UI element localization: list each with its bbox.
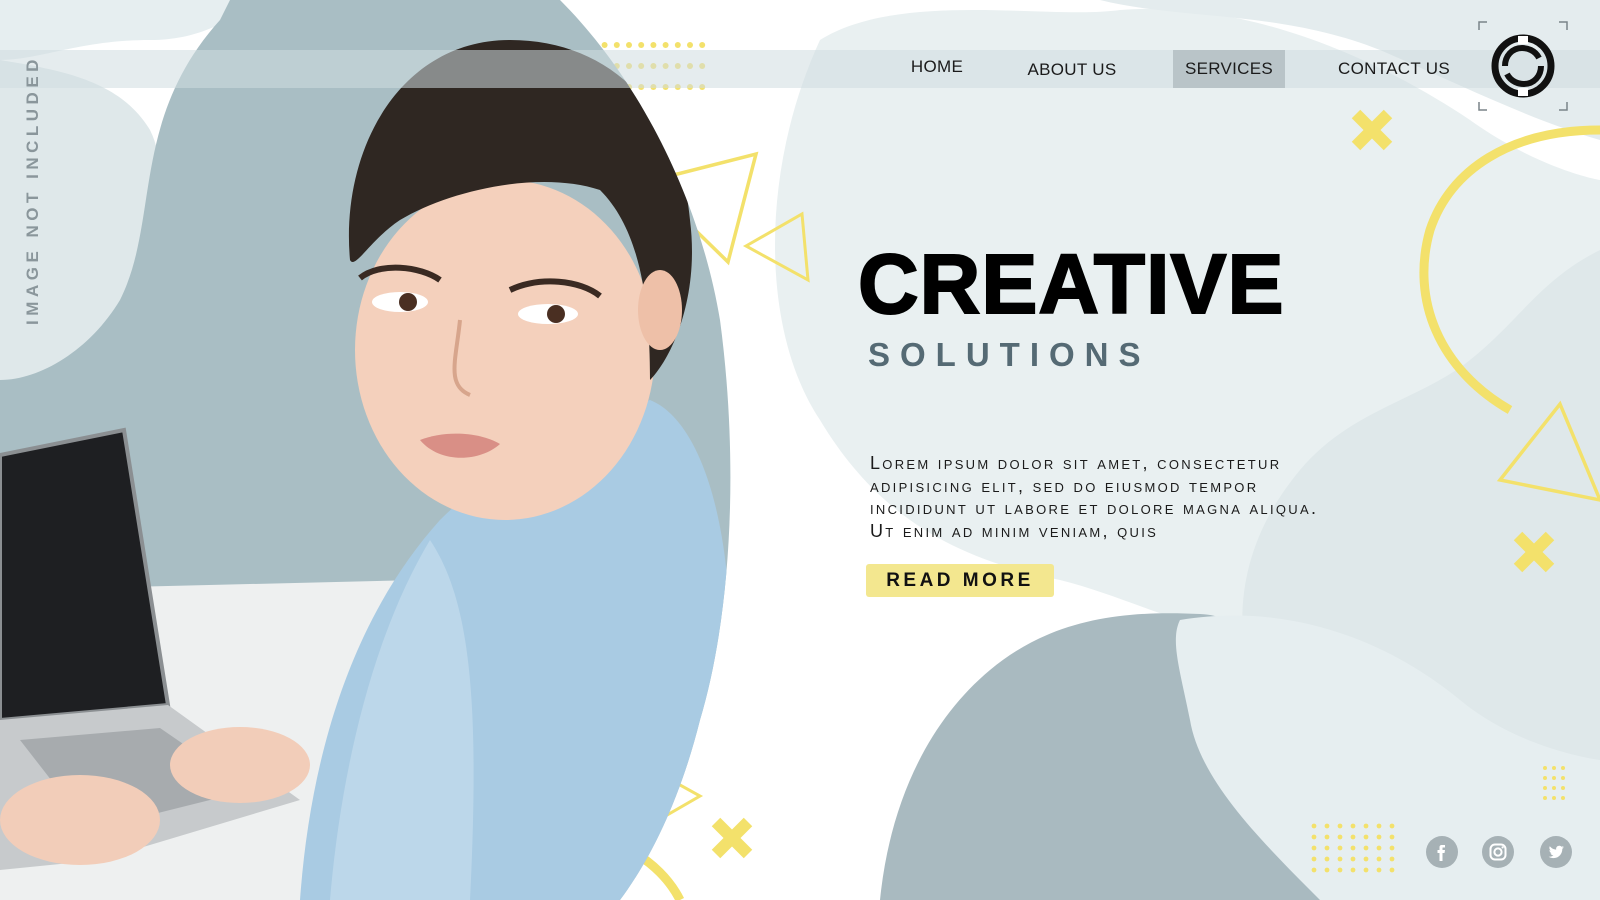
twitter-icon[interactable]: [1540, 836, 1572, 868]
decor-dot: [1350, 834, 1356, 840]
decor-dot: [1543, 796, 1547, 800]
hero-body-text: Lorem ipsum dolor sit amet, consectetur …: [870, 453, 1319, 541]
decor-dot: [1311, 845, 1317, 851]
decor-dot: [1363, 867, 1369, 873]
decor-dot: [1389, 823, 1395, 829]
decor-dot: [1376, 823, 1382, 829]
decor-dot: [1543, 776, 1547, 780]
nav-contact-us[interactable]: CONTACT US: [1332, 50, 1456, 88]
decor-dot: [1311, 834, 1317, 840]
decor-dot: [1337, 845, 1343, 851]
decor-dot: [1324, 845, 1330, 851]
decor-dot: [1363, 856, 1369, 862]
decor-dot: [1324, 867, 1330, 873]
decor-dot: [1350, 856, 1356, 862]
decor-dot: [1389, 845, 1395, 851]
image-not-included-label: IMAGE NOT INCLUDED: [23, 55, 42, 325]
decor-dot: [1311, 867, 1317, 873]
decor-dot: [1543, 786, 1547, 790]
decor-dot: [1552, 786, 1556, 790]
hero-subtitle: SOLUTIONS: [868, 336, 1151, 373]
nav-about-us[interactable]: ABOUT US: [1022, 51, 1122, 89]
nav-home[interactable]: HOME: [895, 48, 979, 86]
decor-dot: [1376, 845, 1382, 851]
instagram-icon[interactable]: [1482, 836, 1514, 868]
decor-dot: [1561, 776, 1565, 780]
decor-dot: [1389, 856, 1395, 862]
decor-dot: [1561, 766, 1565, 770]
decor-dot: [1324, 856, 1330, 862]
read-more-button[interactable]: READ MORE: [866, 564, 1054, 597]
decor-dot: [1561, 796, 1565, 800]
decor-dot: [1350, 867, 1356, 873]
decor-dot: [1389, 867, 1395, 873]
decor-dot: [1363, 845, 1369, 851]
decor-dot: [1324, 823, 1330, 829]
decor-dot: [1350, 823, 1356, 829]
decor-dot: [1376, 867, 1382, 873]
woman-photo: [0, 0, 731, 900]
decor-dot: [1376, 856, 1382, 862]
decor-dot: [1311, 856, 1317, 862]
circle-c-logo-icon[interactable]: [1477, 20, 1569, 112]
decor-dot: [1561, 786, 1565, 790]
decor-dot: [1311, 823, 1317, 829]
decor-dot: [1363, 834, 1369, 840]
decor-dot: [1376, 834, 1382, 840]
decor-dot: [1324, 834, 1330, 840]
nav-services[interactable]: SERVICES: [1173, 50, 1285, 88]
facebook-icon[interactable]: [1426, 836, 1458, 868]
decor-dot: [1337, 856, 1343, 862]
decor-dot: [1337, 834, 1343, 840]
decor-dot: [1363, 823, 1369, 829]
decor-dot: [1543, 766, 1547, 770]
decor-dot: [1337, 867, 1343, 873]
decor-dot: [1350, 845, 1356, 851]
decor-dot: [1552, 796, 1556, 800]
hero-title: CREATIVE: [857, 236, 1285, 332]
decor-dot: [1337, 823, 1343, 829]
decor-dot: [1389, 834, 1395, 840]
decor-dot: [1552, 776, 1556, 780]
decor-dot: [1552, 766, 1556, 770]
